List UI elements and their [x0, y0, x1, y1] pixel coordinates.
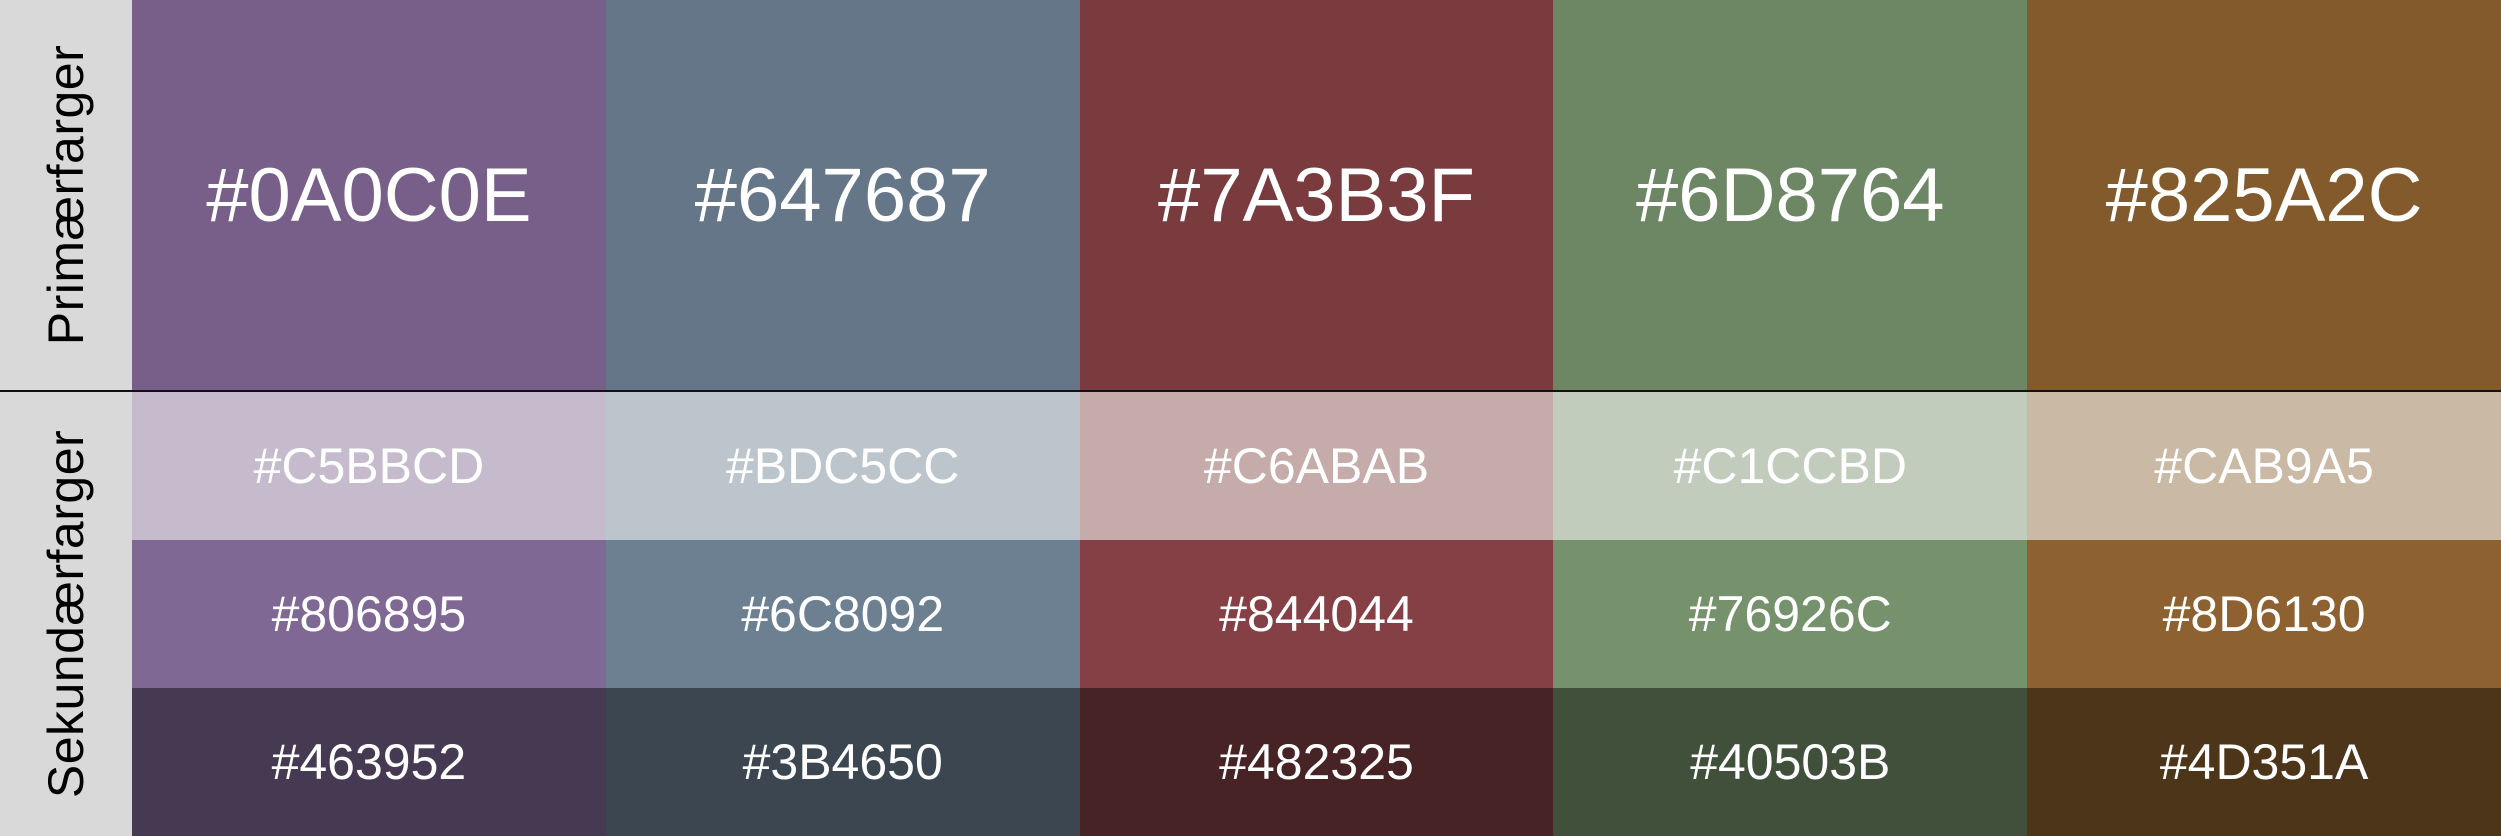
swatch-hex-label: #3B4650 [742, 734, 943, 790]
swatch-hex-label: #6C8092 [741, 586, 945, 642]
swatch-hex-label: #40503B [1690, 734, 1891, 790]
secondary-swatch-dark-5[interactable]: #4D351A [2027, 688, 2501, 836]
swatch-hex-label: #4D351A [2159, 734, 2369, 790]
primary-swatch-4[interactable]: #6D8764 [1553, 0, 2028, 390]
secondary-swatch-medium-5[interactable]: #8D6130 [2027, 540, 2501, 688]
swatch-hex-label: #BDC5CC [725, 438, 960, 494]
swatch-hex-label: #647687 [694, 152, 991, 238]
secondary-swatch-dark-3[interactable]: #482325 [1079, 688, 1554, 836]
secondary-swatch-light-1[interactable]: #C5BBCD [132, 392, 606, 540]
secondary-swatch-medium-3[interactable]: #844044 [1079, 540, 1554, 688]
swatch-hex-label: #CAB9A5 [2154, 438, 2374, 494]
swatch-hex-label: #825A2C [2105, 152, 2423, 238]
secondary-swatch-dark-1[interactable]: #463952 [132, 688, 606, 836]
swatch-hex-label: #482325 [1219, 734, 1414, 790]
swatch-hex-label: #C1CCBD [1673, 438, 1907, 494]
secondary-swatch-medium-1[interactable]: #806895 [132, 540, 606, 688]
swatch-hex-label: #463952 [271, 734, 467, 790]
primary-colors-label-panel: Primærfarger [0, 0, 132, 390]
secondary-swatch-dark-2[interactable]: #3B4650 [605, 688, 1080, 836]
color-palette: Primærfarger #0A0C0E #647687 #7A3B3F #6D… [0, 0, 2501, 836]
swatch-hex-label: #8D6130 [2162, 586, 2366, 642]
swatch-hex-label: #806895 [271, 586, 467, 642]
secondary-swatch-medium-2[interactable]: #6C8092 [605, 540, 1080, 688]
swatch-hex-label: #C5BBCD [253, 438, 485, 494]
primary-swatch-2[interactable]: #647687 [605, 0, 1080, 390]
primary-swatch-3[interactable]: #7A3B3F [1079, 0, 1554, 390]
swatch-hex-label: #7A3B3F [1158, 152, 1475, 238]
secondary-colors-label-panel: Sekundærfarger [0, 392, 132, 836]
primary-colors-label: Primærfarger [38, 44, 95, 346]
secondary-swatch-light-2[interactable]: #BDC5CC [605, 392, 1080, 540]
swatch-hex-label: #6D8764 [1636, 152, 1945, 238]
primary-swatch-1[interactable]: #0A0C0E [132, 0, 606, 390]
secondary-swatch-light-3[interactable]: #C6ABAB [1079, 392, 1554, 540]
secondary-swatch-light-5[interactable]: #CAB9A5 [2027, 392, 2501, 540]
swatch-hex-label: #76926C [1688, 586, 1892, 642]
swatch-hex-label: #844044 [1219, 586, 1414, 642]
primary-swatch-5[interactable]: #825A2C [2027, 0, 2501, 390]
secondary-swatch-light-4[interactable]: #C1CCBD [1553, 392, 2028, 540]
secondary-swatch-dark-4[interactable]: #40503B [1553, 688, 2028, 836]
swatch-hex-label: #C6ABAB [1203, 438, 1430, 494]
secondary-swatch-medium-4[interactable]: #76926C [1553, 540, 2028, 688]
swatch-hex-label: #0A0C0E [206, 152, 532, 238]
secondary-colors-label: Sekundærfarger [38, 429, 94, 799]
